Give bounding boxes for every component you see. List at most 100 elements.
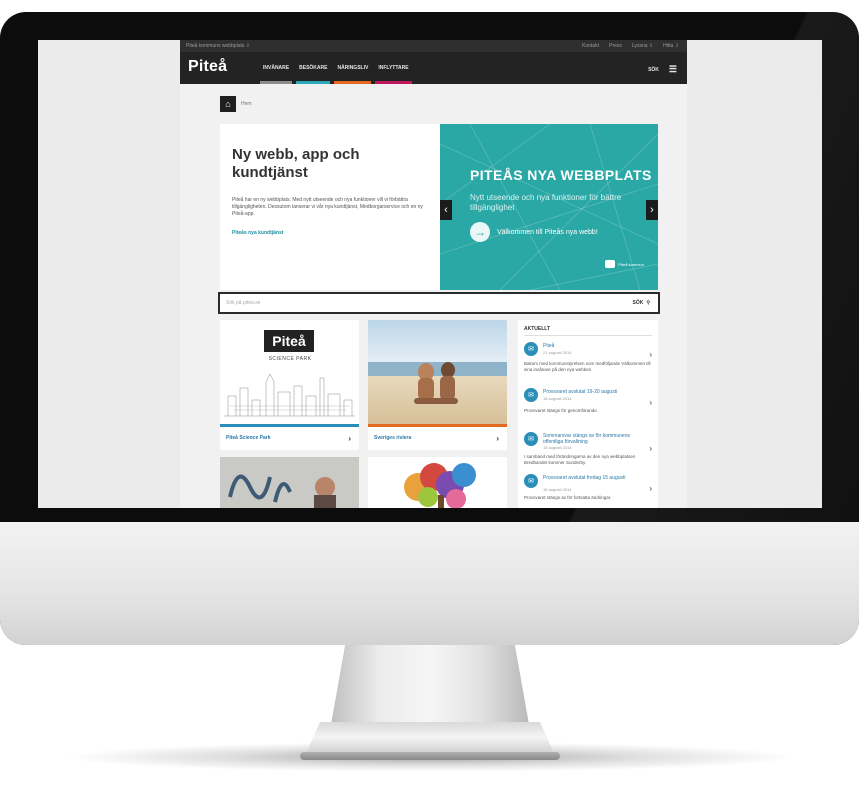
hero-link[interactable]: Piteås nya kundtjänst — [232, 230, 283, 236]
nav-item-invanare[interactable]: INVÅNARE — [258, 52, 294, 84]
news-title: Piteå — [543, 343, 555, 349]
search-icon: ⚲ — [646, 300, 650, 306]
news-icon: ✉ — [524, 388, 538, 402]
nav-search-link[interactable]: SÖK — [648, 67, 659, 73]
hero-brand-text: Piteå kommun — [618, 261, 644, 267]
nav-color-bar — [260, 81, 293, 84]
nav-color-bar — [296, 81, 331, 84]
card-label-text: Piteå Science Park — [226, 435, 271, 441]
hero-cta[interactable]: → Välkommen till Piteås nya webb! — [470, 222, 598, 242]
nav-label: NÄRINGSLIV — [337, 65, 369, 71]
monitor-mockup: Piteå kommuns webbplats ⇩ Kontakt Press … — [0, 0, 859, 785]
chevron-right-icon: › — [649, 444, 652, 453]
card-label: Piteå Science Park › — [220, 427, 359, 449]
screen: Piteå kommuns webbplats ⇩ Kontakt Press … — [38, 40, 822, 508]
graffiti-wall-image — [220, 457, 359, 508]
monitor-chin — [0, 522, 859, 645]
colorful-tree-image — [404, 463, 476, 508]
monitor-body: Piteå kommuns webbplats ⇩ Kontakt Press … — [0, 12, 859, 645]
nav-label: INVÅNARE — [263, 65, 290, 71]
science-park-logo: Piteå — [264, 330, 314, 352]
breadcrumb-text[interactable]: Hem — [241, 101, 252, 107]
search-button[interactable]: SÖK ⚲ — [632, 300, 650, 306]
nav-color-bar — [375, 81, 412, 84]
news-icon: ✉ — [524, 342, 538, 356]
carousel-prev-icon[interactable]: ‹ — [440, 200, 452, 220]
news-icon: ✉ — [524, 432, 538, 446]
news-title: Provsvaret avslutat 19-20 augusti — [543, 389, 618, 395]
chevron-right-icon: › — [649, 398, 652, 407]
utility-links: Kontakt Press Lyssna ⇩ Hitta ⇩ — [582, 43, 679, 49]
chevron-right-icon: › — [348, 433, 351, 443]
beach-couple-image — [368, 320, 507, 424]
news-heading: AKTUELLT — [524, 326, 551, 332]
card-tree-image[interactable] — [368, 457, 507, 508]
utility-link[interactable]: Press — [609, 43, 622, 49]
hero-text-panel: Ny webb, app och kundtjänst Piteå har en… — [220, 124, 440, 290]
news-item[interactable]: ✉ Provsvaret avslutat fredag 15 augusti … — [524, 474, 652, 508]
nav-items: INVÅNARE BESÖKARE NÄRINGSLIV INFLYTTARE — [258, 52, 414, 84]
news-date: 18 augusti 2014 — [543, 396, 572, 401]
hero-brand: Piteå kommun — [605, 260, 644, 268]
news-text: Provsvaret stängs för genomförande. — [524, 408, 599, 413]
card-label: Sveriges riviera › — [368, 427, 507, 449]
nav-right: SÖK ☰ — [648, 64, 677, 75]
hero-description: Piteå har en ny webbplats. Med nytt utse… — [232, 197, 423, 217]
news-text: Bakom med kommunstyrelsen som medföljand… — [524, 361, 651, 372]
card-graffiti-image[interactable] — [220, 457, 359, 508]
monitor-stand-base — [305, 722, 555, 756]
search-input[interactable]: Sök på pitea.se — [226, 300, 260, 306]
main-nav: Piteå INVÅNARE BESÖKARE NÄRINGSLIV INFLY… — [180, 52, 687, 84]
news-date: 15 augusti 2014 — [543, 445, 572, 450]
utility-link[interactable]: Kontakt — [582, 43, 599, 49]
news-text: I samband med förändringarna av den nya … — [524, 454, 636, 465]
news-date: 21 augusti 2014 — [543, 350, 572, 355]
website: Piteå kommuns webbplats ⇩ Kontakt Press … — [180, 40, 687, 508]
search-button-label: SÖK — [632, 300, 644, 306]
monitor-stand-foot — [300, 752, 560, 760]
nav-label: INFLYTTARE — [378, 65, 409, 71]
news-item[interactable]: ✉ Sommarsvar stängs av för kommunens off… — [524, 432, 652, 472]
news-title: Provsvaret avslutat fredag 15 augusti — [543, 475, 626, 481]
brand-logo-icon — [605, 260, 616, 268]
nav-color-bar — [334, 81, 372, 84]
news-panel: AKTUELLT ✉ Piteå 21 augusti 2014 Bakom m… — [518, 320, 658, 508]
card-science-park[interactable]: Piteå SCIENCE PARK Piteå Science Park › — [220, 320, 359, 450]
news-icon: ✉ — [524, 474, 538, 488]
home-icon[interactable]: ⌂ — [220, 96, 236, 112]
nav-item-besokare[interactable]: BESÖKARE — [294, 52, 332, 84]
utility-link[interactable]: Lyssna ⇩ — [632, 43, 653, 49]
hero-title: Ny webb, app och kundtjänst — [232, 146, 360, 181]
news-item[interactable]: ✉ Piteå 21 augusti 2014 Bakom med kommun… — [524, 342, 652, 384]
arrow-right-icon: → — [470, 222, 490, 242]
card-riviera[interactable]: Sveriges riviera › — [368, 320, 507, 450]
site-search: Sök på pitea.se SÖK ⚲ — [218, 292, 660, 314]
nav-item-inflyttare[interactable]: INFLYTTARE — [373, 52, 413, 84]
news-text: Provsvaret stängs av för fortsatta ändri… — [524, 495, 612, 500]
hero-image[interactable]: PITEÅS NYA WEBBPLATS Nytt utseende och n… — [440, 124, 658, 290]
chevron-right-icon: › — [649, 350, 652, 359]
news-title: Sommarsvar stängs av för kommunens offen… — [543, 433, 630, 445]
menu-icon[interactable]: ☰ — [669, 64, 677, 75]
news-date: 15 augusti 2014 — [543, 487, 572, 492]
chevron-right-icon: › — [649, 484, 652, 493]
news-item[interactable]: ✉ Provsvaret avslutat 19-20 augusti 18 a… — [524, 388, 652, 428]
hero-cta-text: Välkommen till Piteås nya webb! — [497, 228, 598, 236]
hero-image-heading: PITEÅS NYA WEBBPLATS — [470, 167, 652, 183]
utility-link[interactable]: Hitta ⇩ — [663, 43, 679, 49]
hero-carousel: Ny webb, app och kundtjänst Piteå har en… — [220, 124, 658, 290]
city-sketch-image — [224, 373, 355, 417]
nav-label: BESÖKARE — [299, 65, 328, 71]
breadcrumb: ⌂ Hem — [220, 96, 252, 112]
chevron-right-icon: › — [496, 433, 499, 443]
card-label-text: Sveriges riviera — [374, 435, 412, 441]
nav-item-naringsliv[interactable]: NÄRINGSLIV — [332, 52, 373, 84]
monitor-stand-neck — [330, 640, 530, 730]
utility-bar: Piteå kommuns webbplats ⇩ Kontakt Press … — [180, 40, 687, 52]
carousel-next-icon[interactable]: › — [646, 200, 658, 220]
hero-image-subheading: Nytt utseende och nya funktioner för bät… — [470, 193, 622, 212]
utility-site-link[interactable]: Piteå kommuns webbplats ⇩ — [186, 43, 250, 49]
science-park-subtitle: SCIENCE PARK — [268, 356, 312, 362]
divider — [524, 335, 652, 336]
site-logo[interactable]: Piteå — [188, 58, 227, 76]
